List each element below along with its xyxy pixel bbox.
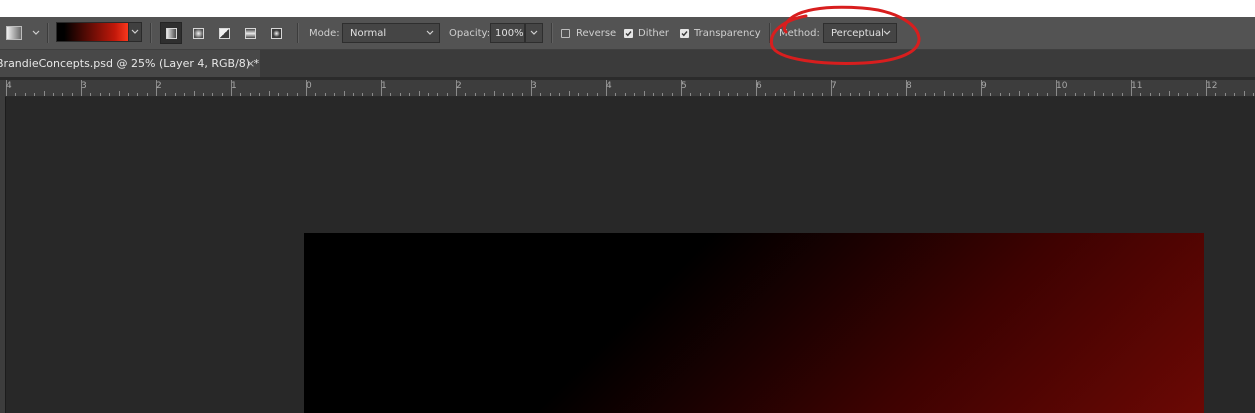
gradient-tool-icon [6, 26, 22, 40]
transparency-option[interactable]: Transparency [680, 17, 761, 49]
photoshop-window: Mode: Normal Opacity: 100% Reverse Dithe… [0, 0, 1255, 413]
reverse-option[interactable]: Reverse [561, 17, 616, 49]
diamond-gradient-button[interactable] [265, 22, 287, 44]
reflected-gradient-button[interactable] [239, 22, 261, 44]
document-tab-bar: BrandieConcepts.psd @ 25% (Layer 4, RGB/… [0, 50, 1255, 77]
document-canvas-gradient[interactable] [304, 233, 1204, 413]
ruler-label: 5 [681, 81, 687, 91]
divider [551, 23, 552, 43]
chevron-down-icon [131, 29, 139, 34]
method-label: Method: [779, 27, 820, 39]
mode-value: Normal [350, 27, 387, 39]
gradient-picker-dropdown[interactable] [128, 22, 142, 42]
dither-label: Dither [638, 27, 670, 39]
checkmark-icon [625, 30, 632, 36]
horizontal-ruler: 4 3 2 1 0 1 2 3 4 5 6 7 8 9 10 11 12 [0, 80, 1255, 97]
chevron-down-icon [426, 30, 434, 35]
divider [47, 23, 48, 43]
ruler-label: 4 [6, 81, 12, 91]
ruler-label: 7 [831, 81, 837, 91]
mode-select[interactable]: Normal [342, 23, 440, 43]
angle-gradient-icon [218, 27, 230, 39]
diamond-gradient-icon [270, 27, 282, 39]
top-margin [0, 0, 1255, 17]
opacity-dropdown[interactable] [525, 23, 543, 43]
ruler-label: 0 [306, 81, 312, 91]
ruler-label: 12 [1206, 81, 1218, 91]
ruler-edge [5, 97, 6, 413]
ruler-label: 10 [1056, 81, 1068, 91]
ruler-label: 8 [906, 81, 912, 91]
ruler-label: 1 [381, 81, 387, 91]
linear-gradient-button[interactable] [160, 22, 182, 44]
ruler-label: 2 [456, 81, 462, 91]
chevron-down-icon[interactable] [32, 29, 40, 37]
radial-gradient-icon [192, 27, 204, 39]
mode-label: Mode: [309, 27, 340, 39]
dither-checkbox[interactable] [624, 28, 633, 38]
gradient-editor-swatch[interactable] [56, 22, 130, 42]
ruler-label: 2 [156, 81, 162, 91]
angle-gradient-button[interactable] [213, 22, 235, 44]
linear-gradient-icon [165, 27, 177, 39]
ruler-label: 1 [231, 81, 237, 91]
method-value: Perceptual [831, 27, 884, 39]
method-select[interactable]: Perceptual [823, 23, 897, 43]
ruler-label: 9 [981, 81, 987, 91]
ruler-label: 3 [531, 81, 537, 91]
reverse-label: Reverse [576, 27, 617, 39]
close-icon[interactable]: × [246, 57, 255, 70]
divider [297, 23, 298, 43]
checkmark-icon [681, 30, 688, 36]
chevron-down-icon [883, 30, 891, 35]
opacity-input[interactable]: 100% [490, 23, 525, 43]
ruler-label: 4 [606, 81, 612, 91]
dither-option[interactable]: Dither [624, 17, 669, 49]
radial-gradient-button[interactable] [187, 22, 209, 44]
chevron-down-icon [530, 30, 538, 35]
divider [769, 23, 770, 43]
document-tab[interactable]: BrandieConcepts.psd @ 25% (Layer 4, RGB/… [0, 50, 260, 77]
transparency-label: Transparency [694, 27, 761, 39]
opacity-value: 100% [495, 27, 524, 39]
ruler-label: 6 [756, 81, 762, 91]
transparency-checkbox[interactable] [680, 28, 689, 38]
ruler-label: 3 [81, 81, 87, 91]
ruler-label: 11 [1131, 81, 1143, 91]
divider [150, 23, 151, 43]
gradient-options-bar: Mode: Normal Opacity: 100% Reverse Dithe… [0, 17, 1255, 50]
reflected-gradient-icon [244, 27, 256, 39]
tool-preset-picker[interactable] [6, 26, 22, 40]
reverse-checkbox[interactable] [561, 28, 570, 38]
opacity-label: Opacity: [449, 27, 491, 39]
document-tab-title: BrandieConcepts.psd @ 25% (Layer 4, RGB/… [0, 57, 260, 70]
